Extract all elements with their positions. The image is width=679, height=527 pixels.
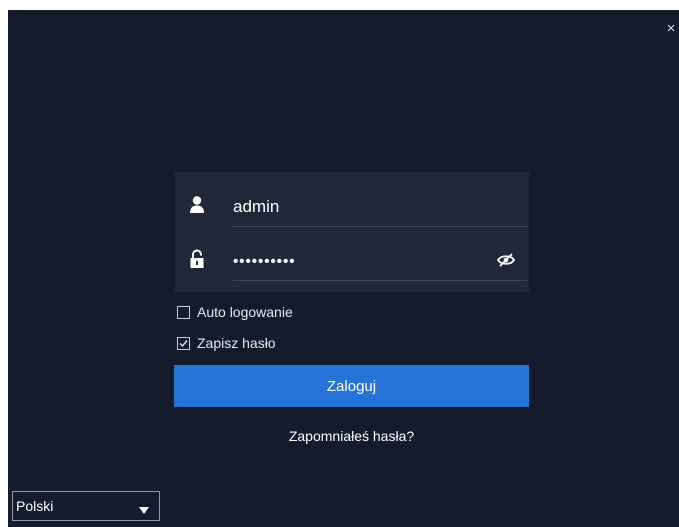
eye-slash-icon[interactable] — [496, 253, 516, 267]
username-input[interactable] — [233, 188, 527, 227]
save-password-checkbox[interactable] — [177, 336, 190, 350]
login-window: × admin •••••••••• Auto logowanie Zapisz… — [8, 10, 679, 527]
login-panel — [175, 172, 529, 292]
username-row — [175, 184, 529, 234]
password-input[interactable] — [233, 242, 527, 281]
save-password-label: Zapisz hasło — [197, 335, 276, 351]
save-password-option[interactable]: Zapisz hasło — [177, 334, 276, 352]
language-selected-value: Polski — [16, 498, 54, 514]
unlock-icon — [189, 249, 205, 269]
triangle-down-icon — [139, 502, 149, 514]
close-button[interactable]: × — [663, 21, 679, 37]
language-select[interactable]: Polski — [12, 491, 160, 521]
auto-login-label: Auto logowanie — [197, 304, 293, 320]
password-row — [175, 238, 529, 288]
auto-login-option[interactable]: Auto logowanie — [177, 303, 293, 321]
login-button[interactable]: Zaloguj — [174, 365, 529, 407]
forgot-password-link[interactable]: Zapomniałeś hasła? — [174, 428, 529, 444]
auto-login-checkbox[interactable] — [177, 305, 190, 319]
checkmark-icon — [179, 339, 188, 347]
user-icon — [189, 195, 205, 215]
close-icon: × — [666, 20, 676, 37]
